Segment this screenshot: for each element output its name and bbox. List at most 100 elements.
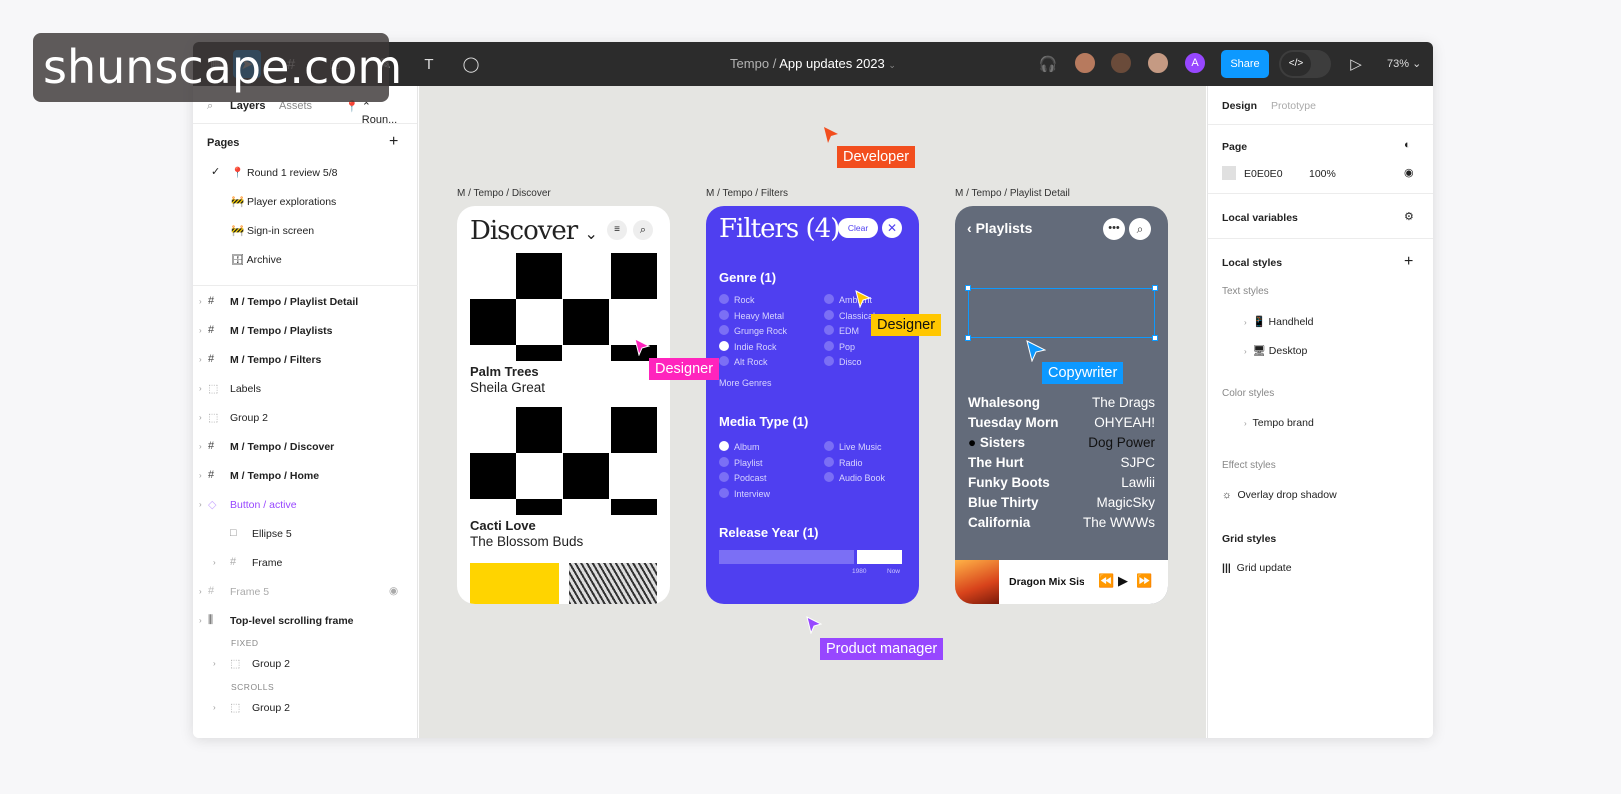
filter-icon[interactable]: ≡ [607, 220, 627, 240]
caret-right-icon[interactable]: › [199, 297, 202, 306]
chevron-down-icon[interactable]: ⌄ [888, 60, 896, 70]
page-item[interactable]: 🚧 Sign-in screen [193, 215, 418, 243]
layer-row[interactable]: › ⫼ Top-level scrolling frame [193, 607, 418, 635]
style-item[interactable]: › Tempo brand [1244, 417, 1314, 429]
play-icon[interactable]: ▶ [1118, 573, 1128, 589]
layer-row[interactable]: › # M / Tempo / Filters [193, 346, 418, 374]
playlist-row[interactable]: ● Sisters Dog Power [968, 435, 1155, 455]
album-art[interactable] [470, 253, 657, 361]
layer-row[interactable]: › # M / Tempo / Playlists [193, 317, 418, 345]
caret-right-icon[interactable]: › [213, 659, 216, 668]
avatar[interactable]: A [1183, 51, 1207, 75]
resize-handle[interactable] [1152, 335, 1158, 341]
present-play-icon[interactable]: ▷ [1342, 50, 1370, 78]
local-variables-title[interactable]: Local variables [1222, 212, 1298, 224]
caret-right-icon[interactable]: › [1244, 318, 1247, 327]
layer-row[interactable]: › ⬚ Labels [193, 375, 418, 403]
chevron-left-icon[interactable]: ‹ [967, 220, 972, 236]
genre-option[interactable]: Pop [824, 341, 855, 352]
caret-right-icon[interactable]: › [213, 703, 216, 712]
playlist-row[interactable]: Blue Thirty MagicSky [968, 495, 1155, 515]
genre-option[interactable]: Indie Rock [719, 341, 777, 352]
layer-row[interactable]: › # M / Tempo / Discover [193, 433, 418, 461]
page-item[interactable]: ✓ 📍 Round 1 review 5/8 [193, 157, 418, 185]
caret-right-icon[interactable]: › [199, 587, 202, 596]
media-option[interactable]: Album [719, 441, 760, 452]
tab-design[interactable]: Design [1222, 100, 1257, 112]
more-icon[interactable]: ••• [1103, 218, 1125, 240]
add-page-icon[interactable]: + [389, 133, 398, 151]
layer-row[interactable]: › ⬚ Group 2 [193, 650, 418, 678]
caret-right-icon[interactable]: › [199, 413, 202, 422]
genre-option[interactable]: Classical [824, 310, 875, 321]
genre-option[interactable]: EDM [824, 325, 859, 336]
clear-button[interactable]: Clear [838, 218, 878, 238]
tab-prototype[interactable]: Prototype [1271, 100, 1316, 112]
media-option[interactable]: Live Music [824, 441, 882, 452]
style-item[interactable]: ||| Grid update [1222, 562, 1292, 574]
dev-mode-toggle[interactable]: </> [1279, 50, 1331, 78]
variables-icon[interactable]: ⚙ [1404, 210, 1414, 223]
layer-row[interactable]: › # M / Tempo / Home [193, 462, 418, 490]
resize-handle[interactable] [1152, 285, 1158, 291]
eye-icon[interactable]: ◉ [1404, 166, 1414, 179]
more-genres-link[interactable]: More Genres [719, 378, 772, 388]
search-icon[interactable]: ⌕ [1129, 218, 1151, 240]
album-art[interactable] [569, 563, 657, 604]
caret-right-icon[interactable]: › [213, 558, 216, 567]
selection-box[interactable] [965, 285, 1158, 341]
layer-row[interactable]: › # Frame 5 ◉ [193, 578, 418, 606]
media-option[interactable]: Audio Book [824, 472, 885, 483]
resize-handle[interactable] [965, 285, 971, 291]
style-item[interactable]: › 📱 Handheld [1244, 315, 1313, 328]
caret-right-icon[interactable]: › [199, 326, 202, 335]
file-name[interactable]: App updates 2023 [779, 56, 885, 71]
caret-right-icon[interactable]: › [199, 442, 202, 451]
project-name[interactable]: Tempo [730, 56, 769, 71]
page-settings-icon[interactable]: ◐ [1404, 139, 1411, 151]
caret-right-icon[interactable]: › [199, 500, 202, 509]
playlist-row[interactable]: Whalesong The Drags [968, 395, 1155, 415]
caret-right-icon[interactable]: › [199, 355, 202, 364]
caret-right-icon[interactable]: › [1244, 419, 1247, 428]
style-item[interactable]: › 🖥 Desktop [1244, 344, 1307, 357]
frame-label-playlist[interactable]: M / Tempo / Playlist Detail [955, 188, 1070, 199]
style-item[interactable]: ☼ Overlay drop shadow [1222, 489, 1337, 501]
avatar[interactable] [1146, 51, 1170, 75]
album-art[interactable] [470, 563, 559, 604]
genre-option[interactable]: Disco [824, 356, 862, 367]
playlist-row[interactable]: California The WWWs [968, 515, 1155, 535]
genre-option[interactable]: Alt Rock [719, 356, 768, 367]
eye-icon[interactable]: ◉ [389, 585, 398, 597]
avatar[interactable] [1109, 51, 1133, 75]
caret-right-icon[interactable]: › [199, 384, 202, 393]
genre-option[interactable]: Rock [719, 294, 755, 305]
page-color-value[interactable]: E0E0E0 [1244, 168, 1283, 180]
rewind-icon[interactable]: ⏪ [1098, 573, 1114, 589]
discover-frame[interactable]: Discover ⌄ ≡ ⌕ Palm Trees Sheila Great C… [457, 206, 670, 604]
search-icon[interactable]: ⌕ [633, 220, 653, 240]
share-button[interactable]: Share [1221, 50, 1269, 78]
frame-label-filters[interactable]: M / Tempo / Filters [706, 188, 788, 199]
media-option[interactable]: Playlist [719, 457, 763, 468]
resize-handle[interactable] [965, 335, 971, 341]
playlist-frame[interactable]: ‹ Playlists ••• ⌕ Whalesong The Drags Tue… [955, 206, 1168, 604]
layer-row[interactable]: › ⬚ Group 2 [193, 404, 418, 432]
layer-row[interactable]: › # Frame [193, 549, 418, 577]
playlist-row[interactable]: Funky Boots Lawlii [968, 475, 1155, 495]
close-icon[interactable]: ✕ [882, 218, 902, 238]
layer-row[interactable]: □ Ellipse 5 [193, 520, 418, 548]
audio-headphones-icon[interactable]: 🎧 [1034, 50, 1062, 78]
avatar[interactable] [1073, 51, 1097, 75]
genre-option[interactable]: Grunge Rock [719, 325, 787, 336]
zoom-level[interactable]: 73% ⌄ [1387, 57, 1421, 70]
genre-option[interactable]: Heavy Metal [719, 310, 784, 321]
filters-frame[interactable]: Filters (4) Clear ✕ Genre (1) Rock Heavy… [706, 206, 919, 604]
media-option[interactable]: Podcast [719, 472, 767, 483]
page-item[interactable]: 🗄 Archive [193, 244, 418, 272]
layer-row[interactable]: › # M / Tempo / Playlist Detail [193, 288, 418, 316]
fast-forward-icon[interactable]: ⏩ [1136, 573, 1152, 589]
now-playing-bar[interactable]: Dragon Mix Sist ⏪ ▶ ⏩ [955, 560, 1168, 604]
layer-row[interactable]: › ◇ Button / active [193, 491, 418, 519]
chevron-down-icon[interactable]: ⌄ [585, 224, 598, 243]
